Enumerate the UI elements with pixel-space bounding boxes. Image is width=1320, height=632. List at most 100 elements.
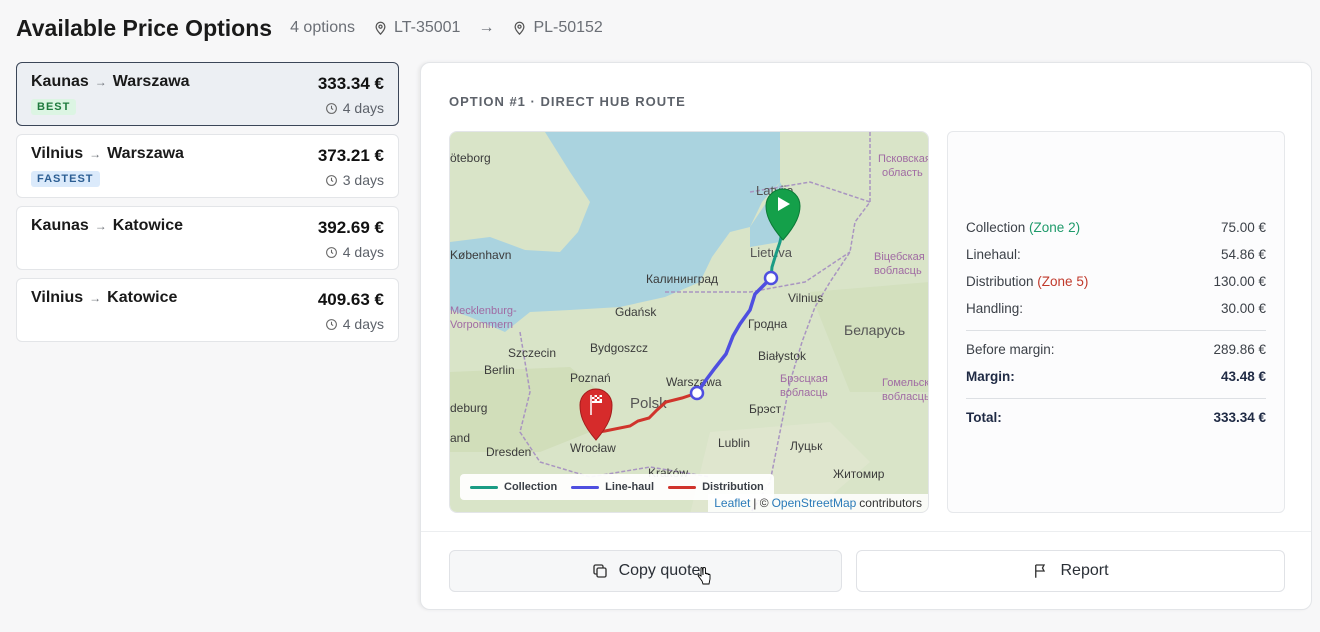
price-option-card[interactable]: Vilnius → Warszawa FASTEST 373.21 € 3 da…: [16, 134, 399, 198]
legend-item-linehaul: Line-haul: [571, 481, 654, 493]
report-label: Report: [1060, 562, 1109, 579]
osm-link[interactable]: OpenStreetMap: [772, 496, 857, 510]
route-from: Vilnius: [31, 145, 84, 162]
breakdown-row-total: Total: 333.34 €: [966, 410, 1266, 425]
option-detail-panel: OPTION #1 · DIRECT HUB ROUTE öteborg Køb…: [420, 62, 1312, 610]
map-label: Віцебская: [874, 251, 925, 263]
map-label: öteborg: [450, 151, 491, 165]
map-attribution: Leaflet | © OpenStreetMap contributors: [708, 494, 928, 512]
best-badge: BEST: [31, 99, 77, 115]
breakdown-row-linehaul: Linehaul: 54.86 €: [966, 247, 1266, 262]
breakdown-value: 54.86 €: [1220, 247, 1266, 262]
option-days: 4 days: [342, 244, 384, 260]
page-header: Available Price Options 4 options LT-350…: [16, 12, 603, 44]
map-label: Гродна: [748, 317, 788, 331]
hub-marker[interactable]: [689, 385, 705, 401]
breakdown-row-distribution: Distribution (Zone 5) 130.00 €: [966, 274, 1266, 289]
price-option-card[interactable]: Kaunas → Katowice 392.69 € 4 days: [16, 206, 399, 270]
breakdown-value: 130.00 €: [1213, 274, 1266, 289]
option-price: 409.63 €: [317, 290, 384, 309]
option-price: 373.21 €: [317, 146, 384, 165]
destination-code: PL-50152: [533, 19, 603, 36]
breakdown-label: Margin:: [966, 369, 1015, 384]
breakdown-value: 333.34 €: [1213, 410, 1266, 425]
route-to: Warszawa: [112, 73, 190, 90]
leaflet-link[interactable]: Leaflet: [714, 496, 750, 510]
report-button[interactable]: Report: [856, 550, 1285, 592]
route-from: Kaunas: [31, 217, 89, 234]
divider: [966, 330, 1266, 331]
option-transit-time: 4 days: [325, 316, 384, 332]
breakdown-row-margin: Margin: 43.48 €: [966, 369, 1266, 384]
clock-icon: [325, 246, 337, 258]
clock-icon: [325, 318, 337, 330]
option-price: 392.69 €: [317, 218, 384, 237]
breakdown-row-collection: Collection (Zone 2) 75.00 €: [966, 220, 1266, 235]
map-label: вобласць: [882, 391, 929, 403]
legend-swatch: [668, 485, 697, 489]
page-title: Available Price Options: [16, 14, 273, 41]
map-label: Berlin: [484, 363, 515, 377]
map-pin-icon: [514, 21, 525, 35]
arrow-right-icon: →: [89, 291, 102, 305]
breakdown-label: Total:: [966, 410, 1002, 425]
option-days: 3 days: [342, 172, 384, 188]
map-canvas[interactable]: öteborg København Mecklenburg- Vorpommer…: [450, 132, 929, 513]
zone-label: (Zone 5): [1037, 274, 1089, 289]
breakdown-row-handling: Handling: 30.00 €: [966, 301, 1266, 316]
clock-icon: [325, 174, 337, 186]
arrow-right-icon: →: [94, 219, 107, 233]
route-from: Kaunas: [31, 73, 89, 90]
map-label: Szczecin: [508, 346, 556, 360]
map-label: Гомельск: [882, 377, 929, 389]
map-label: Polsk: [630, 395, 667, 412]
legend-swatch: [571, 485, 600, 489]
cost-breakdown: Collection (Zone 2) 75.00 € Linehaul: 54…: [947, 131, 1285, 513]
zone-label: (Zone 2): [1029, 220, 1081, 235]
price-option-list: Kaunas → Warszawa BEST 333.34 € 4 days V…: [16, 62, 399, 350]
divider: [966, 398, 1266, 399]
legend-label: Line-haul: [605, 481, 655, 493]
map-label: Wrocław: [570, 441, 616, 455]
map-label: Житомир: [833, 467, 885, 481]
map-label: вобласць: [874, 265, 922, 277]
copy-quote-button[interactable]: Copy quote: [449, 550, 842, 592]
breakdown-label: Distribution (Zone 5): [966, 274, 1089, 289]
route-to: Katowice: [112, 217, 184, 234]
route-map[interactable]: öteborg København Mecklenburg- Vorpommer…: [449, 131, 929, 513]
hub-marker[interactable]: [763, 270, 779, 286]
price-option-card[interactable]: Vilnius → Katowice 409.63 € 4 days: [16, 278, 399, 342]
fastest-badge: FASTEST: [31, 171, 100, 187]
map-label: deburg: [450, 401, 487, 415]
map-label: Vorpommern: [450, 319, 513, 331]
map-label: and: [450, 431, 470, 445]
map-label: Lublin: [718, 436, 750, 450]
legend-item-distribution: Distribution: [668, 481, 764, 493]
legend-label: Distribution: [702, 481, 764, 493]
breakdown-label: Handling:: [966, 301, 1024, 316]
arrow-right-icon: →: [94, 75, 107, 89]
origin-code: LT-35001: [394, 19, 461, 36]
breakdown-value: 289.86 €: [1213, 342, 1266, 357]
option-days: 4 days: [342, 316, 384, 332]
map-label: Mecklenburg-: [450, 305, 517, 317]
map-label: Bydgoszcz: [590, 341, 648, 355]
option-transit-time: 3 days: [325, 172, 384, 188]
flag-icon: [1035, 564, 1046, 578]
map-label: область: [882, 167, 923, 179]
footer-divider: [421, 531, 1311, 532]
map-label: Dresden: [486, 445, 531, 459]
breakdown-row-before-margin: Before margin: 289.86 €: [966, 342, 1266, 357]
map-label: Białystok: [758, 349, 807, 363]
map-label: Беларусь: [844, 322, 905, 338]
option-days: 4 days: [342, 100, 384, 116]
breakdown-value: 43.48 €: [1220, 369, 1266, 384]
price-option-card[interactable]: Kaunas → Warszawa BEST 333.34 € 4 days: [16, 62, 399, 126]
map-label: Брэст: [749, 402, 782, 416]
breakdown-label: Before margin:: [966, 342, 1055, 357]
copy-quote-label: Copy quote: [618, 562, 701, 579]
route-to: Katowice: [107, 289, 178, 306]
map-label: Vilnius: [788, 291, 823, 305]
map-label: Брэсцкая: [780, 373, 828, 385]
option-heading: OPTION #1 · DIRECT HUB ROUTE: [449, 94, 686, 109]
